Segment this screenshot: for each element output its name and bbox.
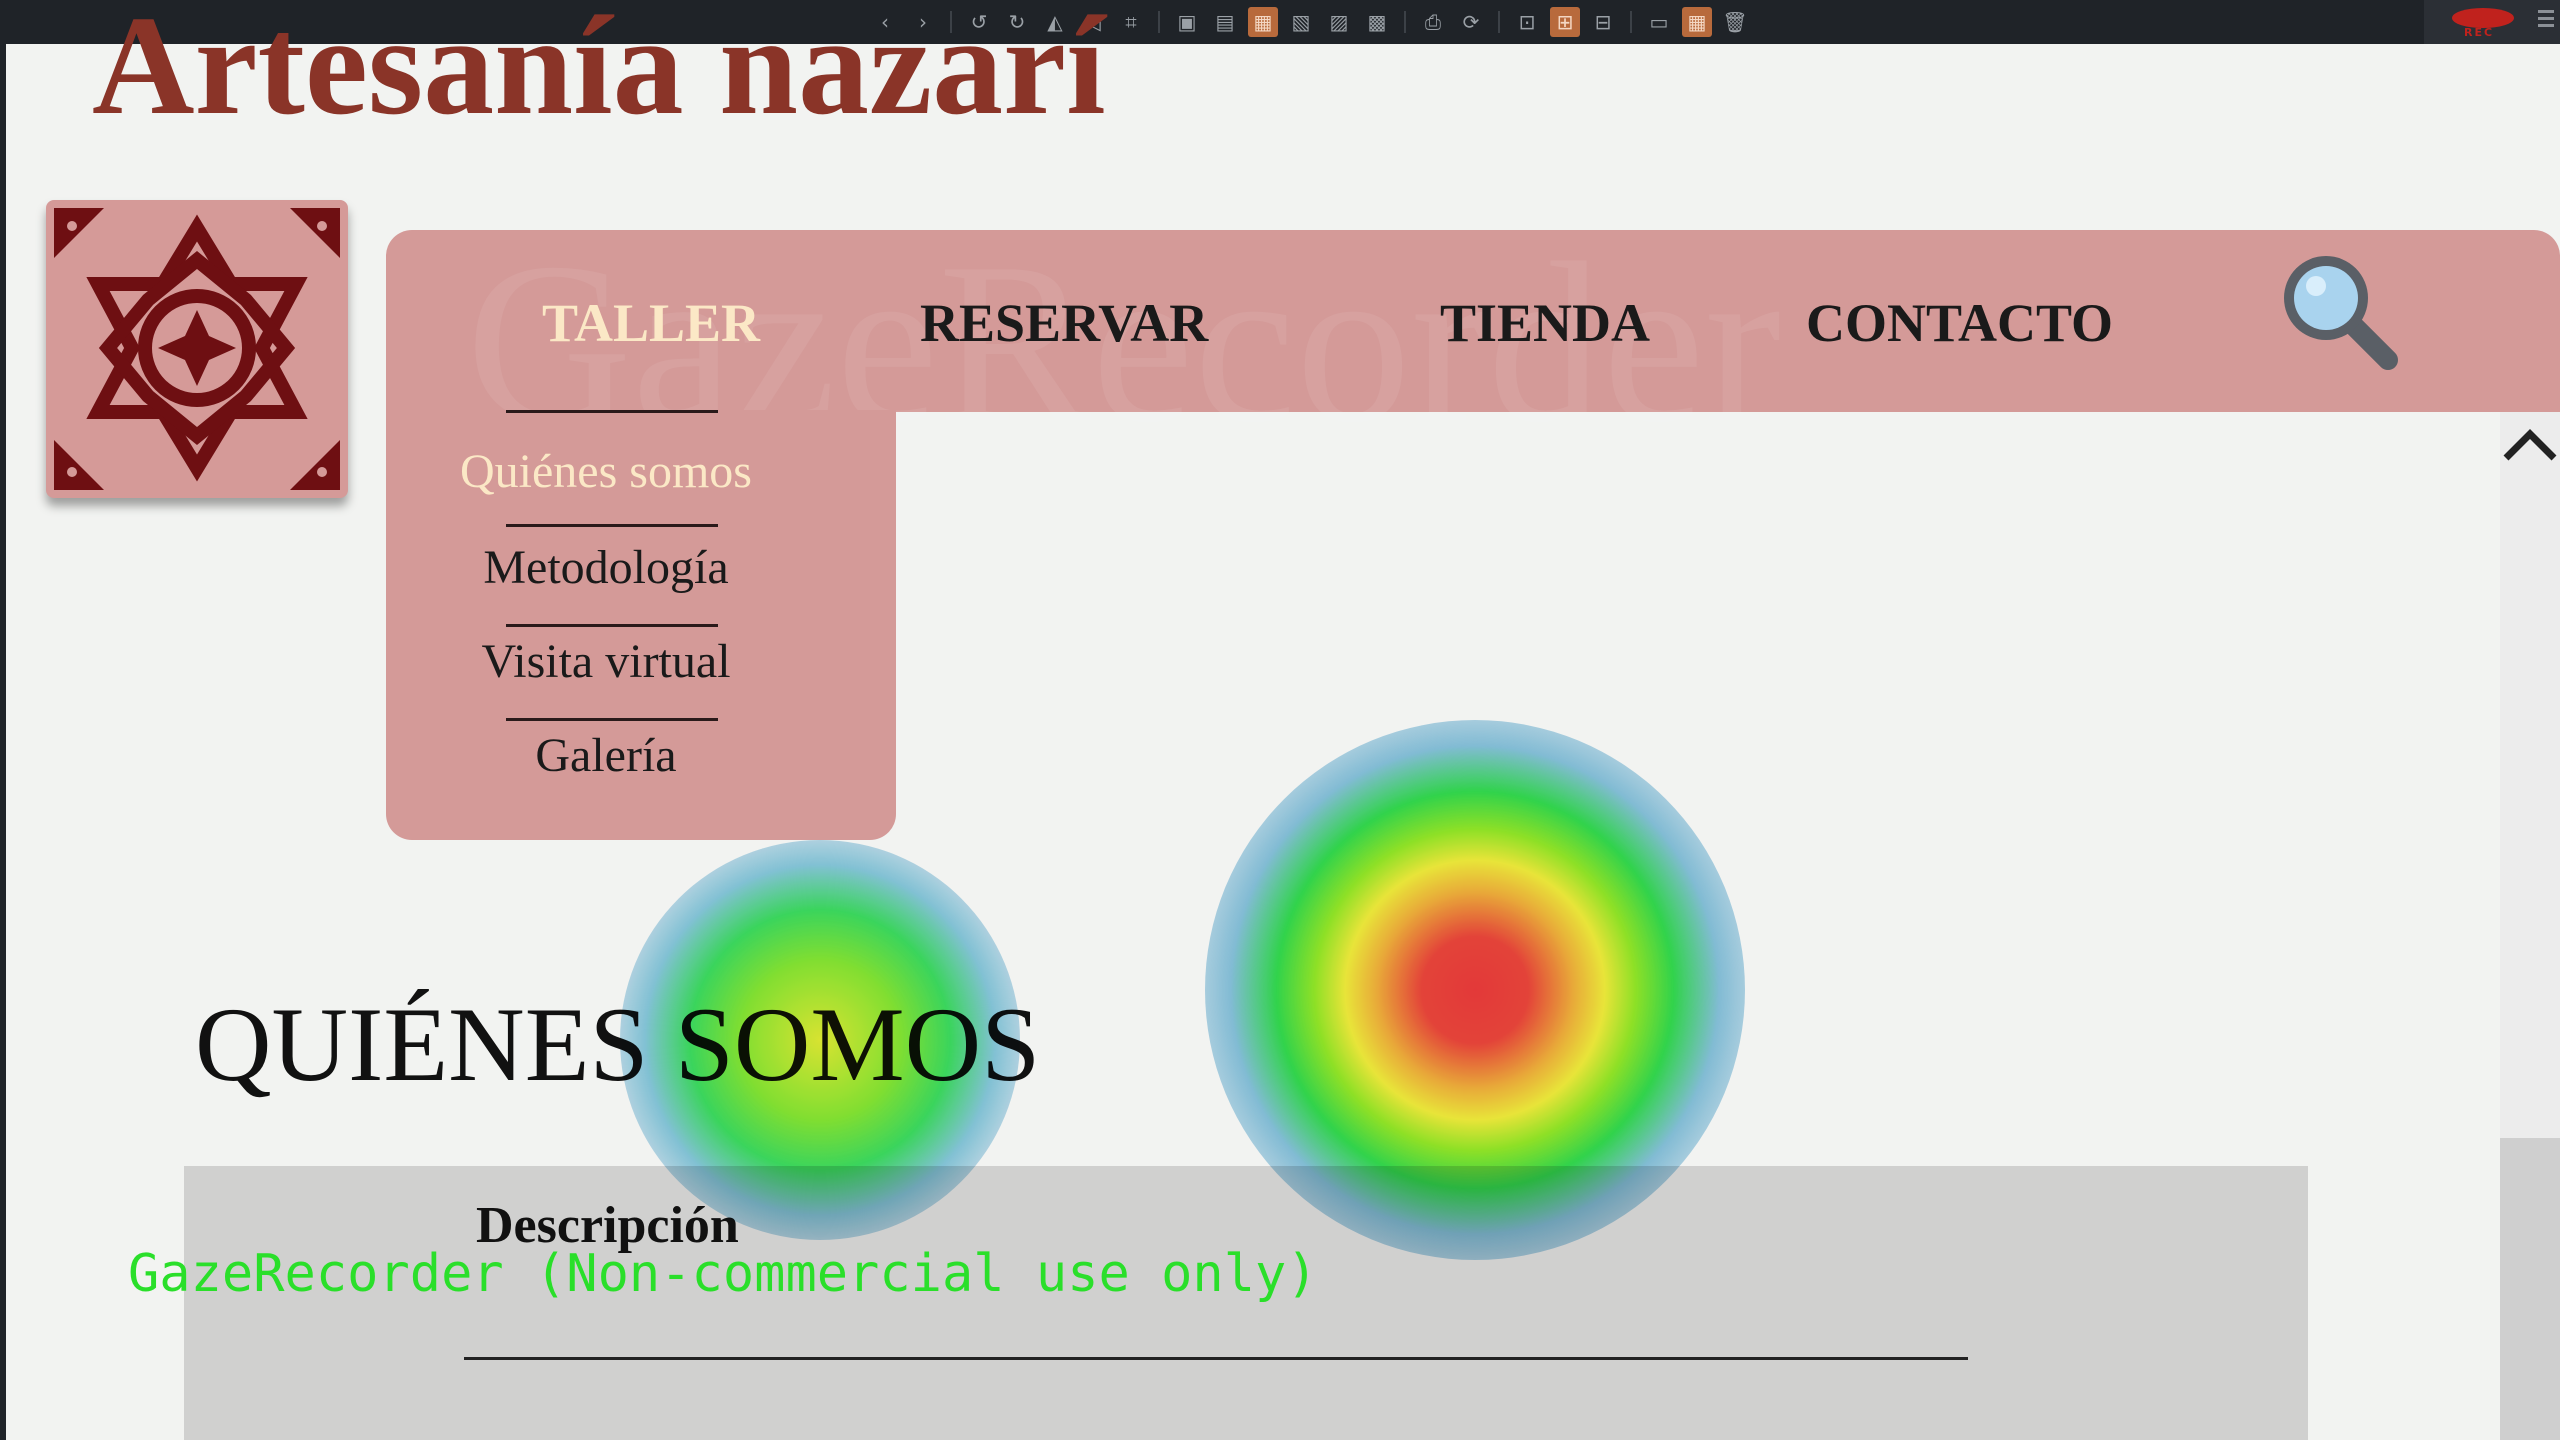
image-icon[interactable]: ▧ [1286,7,1316,37]
toolbar-separator [1404,11,1406,33]
dropdown-divider [506,410,718,413]
fit-icon[interactable]: ⊡ [1512,7,1542,37]
rec-status: REC [2464,26,2495,39]
tile-pattern-icon [54,208,340,490]
site-logo[interactable] [46,200,348,498]
window-edge [0,44,6,1440]
dropdown-divider [506,718,718,721]
dropdown-divider [506,524,718,527]
magnifier-icon [2284,256,2398,370]
toolbar-separator [1498,11,1500,33]
image-icon[interactable]: ▭ [1644,7,1674,37]
crop-icon[interactable]: ⌗ [1116,7,1146,37]
rec-indicator: REC [2424,0,2560,44]
record-dot-icon [2452,8,2514,28]
refresh-icon[interactable]: ⟳ [1456,7,1486,37]
dropdown-divider [506,624,718,627]
grid-icon[interactable]: ▦ [1682,7,1712,37]
chevron-up-icon [2503,429,2557,461]
dropdown-item-metodologia[interactable]: Metodología [386,540,826,595]
nav-item-contacto[interactable]: CONTACTO [1806,292,2113,354]
gazerecorder-label: GazeRecorder (Non-commercial use only) [128,1244,1318,1304]
slideshow-icon[interactable]: ⊟ [1588,7,1618,37]
frame-icon[interactable]: ▣ [1172,7,1202,37]
menu-icon[interactable] [2538,10,2554,31]
nav-item-tienda[interactable]: TIENDA [1440,292,1650,354]
nav-item-reservar[interactable]: RESERVAR [920,292,1208,354]
description-divider [464,1357,1968,1360]
print-icon[interactable]: ⎙ [1418,7,1448,37]
dropdown-item-visita-virtual[interactable]: Visita virtual [386,634,826,689]
toolbar-separator [1630,11,1632,33]
nav-item-taller[interactable]: TALLER [542,292,760,354]
image-icon[interactable]: ▦ [1248,7,1278,37]
page-title: QUIÉNES SOMOS [195,986,1041,1103]
taller-dropdown: Quiénes somos Metodología Visita virtual… [386,410,896,840]
scroll-up-button[interactable] [2500,412,2560,472]
image-icon[interactable]: ▩ [1362,7,1392,37]
image-icon[interactable]: ▨ [1324,7,1354,37]
expand-icon[interactable]: ⊞ [1550,7,1580,37]
trash-icon[interactable]: 🗑 [1720,7,1750,37]
page-scrollbar[interactable] [2500,412,2560,1440]
search-button[interactable] [2276,248,2406,378]
site-title: Artesanía nazarí [92,0,1106,144]
dropdown-item-galeria[interactable]: Galería [386,728,826,783]
dropdown-item-quienes-somos[interactable]: Quiénes somos [386,444,826,499]
main-nav: GazeRecorder TALLER RESERVAR TIENDA CONT… [386,215,2560,470]
toolbar-separator [1158,11,1160,33]
scrollbar-thumb[interactable] [2500,1138,2560,1440]
lock-icon[interactable]: ▤ [1210,7,1240,37]
